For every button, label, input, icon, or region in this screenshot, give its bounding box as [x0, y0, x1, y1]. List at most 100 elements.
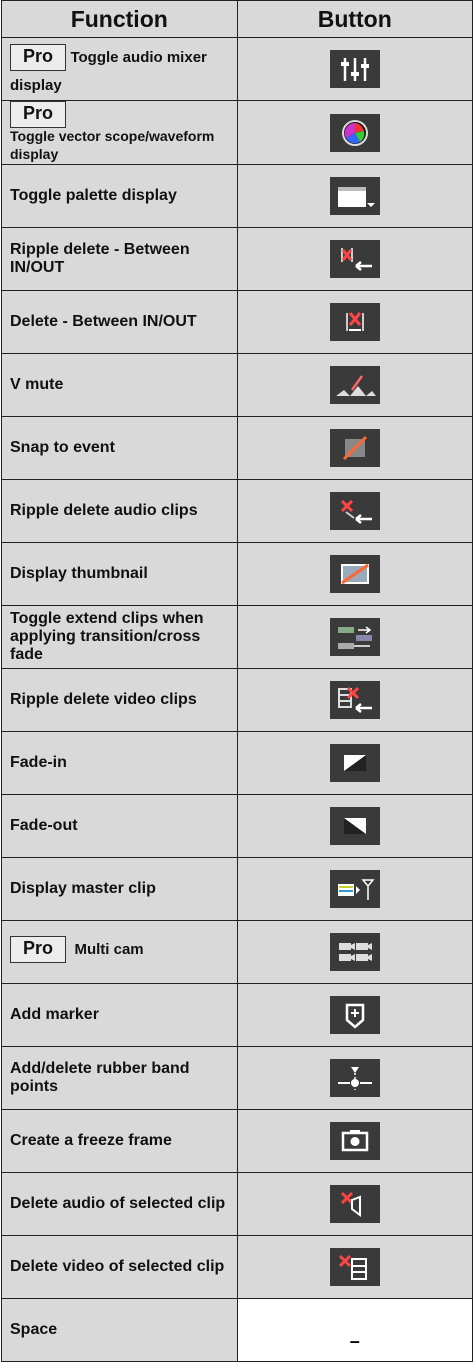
- function-cell: Toggle palette display: [1, 164, 238, 228]
- function-label: Add/delete rubber band points: [10, 1060, 190, 1095]
- table-row: Snap to event: [1, 416, 473, 480]
- palette-icon[interactable]: [329, 177, 380, 215]
- function-label: Delete audio of selected clip: [10, 1195, 226, 1212]
- function-label: Snap to event: [10, 439, 115, 456]
- multi-cam-icon[interactable]: [329, 933, 380, 971]
- function-cell: Ripple delete video clips: [1, 668, 238, 732]
- function-label: Toggle extend clips when applying transi…: [10, 610, 204, 663]
- table-row: Add marker: [1, 983, 473, 1047]
- function-cell: Pro Multi cam: [1, 920, 238, 984]
- table-row: Delete audio of selected clip: [1, 1172, 473, 1236]
- table-row: Display master clip: [1, 857, 473, 921]
- function-label: Display thumbnail: [10, 565, 148, 582]
- pro-badge: Pro: [10, 935, 67, 963]
- function-button-table: Function Button Pro Toggle audio mixer d…: [1, 0, 473, 1362]
- button-cell: [236, 794, 473, 858]
- button-cell: [236, 353, 473, 417]
- table-row: Pro Toggle vector scope/waveform display: [1, 100, 473, 165]
- button-cell: [236, 227, 473, 291]
- button-cell: [236, 164, 473, 228]
- snap-to-event-icon[interactable]: [329, 429, 380, 467]
- function-cell: Add/delete rubber band points: [1, 1046, 238, 1110]
- table-row: Create a freeze frame: [1, 1109, 473, 1173]
- table-row: Space –: [1, 1298, 473, 1362]
- table-row: Delete video of selected clip: [1, 1235, 473, 1299]
- function-cell: Fade-in: [1, 731, 238, 795]
- function-cell: Delete audio of selected clip: [1, 1172, 238, 1236]
- header-function: Function: [1, 0, 238, 38]
- table-row: Ripple delete video clips: [1, 668, 473, 732]
- button-cell: [236, 920, 473, 984]
- fade-in-icon[interactable]: [329, 744, 380, 782]
- function-cell: Snap to event: [1, 416, 238, 480]
- function-label: Ripple delete - Between IN/OUT: [10, 241, 190, 276]
- table-row: Pro Toggle audio mixer display: [1, 37, 473, 101]
- ripple-delete-audio-icon[interactable]: [329, 492, 380, 530]
- button-cell: [236, 1109, 473, 1173]
- ripple-delete-in-out-icon[interactable]: [329, 240, 380, 278]
- delete-video-icon[interactable]: [329, 1248, 380, 1286]
- button-cell: [236, 857, 473, 921]
- table-row: Delete - Between IN/OUT: [1, 290, 473, 354]
- button-cell: [236, 668, 473, 732]
- function-label: Add marker: [10, 1006, 99, 1023]
- function-cell: Add marker: [1, 983, 238, 1047]
- function-label: Fade-in: [10, 754, 67, 771]
- button-cell: [236, 1172, 473, 1236]
- function-label: Fade-out: [10, 817, 78, 834]
- display-thumbnail-icon[interactable]: [329, 555, 380, 593]
- vector-scope-icon[interactable]: [329, 113, 380, 152]
- table-row: Ripple delete - Between IN/OUT: [1, 227, 473, 291]
- add-marker-icon[interactable]: [329, 996, 380, 1034]
- button-cell: –: [236, 1298, 473, 1362]
- table-row: Toggle palette display: [1, 164, 473, 228]
- function-label: Space: [10, 1321, 58, 1338]
- fade-out-icon[interactable]: [329, 807, 380, 845]
- function-cell: Pro Toggle audio mixer display: [1, 37, 238, 101]
- ripple-delete-video-icon[interactable]: [329, 681, 380, 719]
- pro-badge: Pro: [10, 43, 67, 71]
- delete-audio-icon[interactable]: [329, 1185, 380, 1223]
- function-label: Display master clip: [10, 880, 156, 897]
- rubber-band-points-icon[interactable]: [329, 1059, 380, 1097]
- table-row: Fade-in: [1, 731, 473, 795]
- button-cell: [236, 983, 473, 1047]
- table-row: Display thumbnail: [1, 542, 473, 606]
- function-label: Create a freeze frame: [10, 1132, 172, 1149]
- master-clip-icon[interactable]: [329, 870, 380, 908]
- pro-badge: Pro: [10, 101, 67, 128]
- table-row: Fade-out: [1, 794, 473, 858]
- freeze-frame-icon[interactable]: [329, 1122, 380, 1160]
- function-cell: Display master clip: [1, 857, 238, 921]
- function-cell: Delete - Between IN/OUT: [1, 290, 238, 354]
- button-cell: [236, 290, 473, 354]
- table-row: Pro Multi cam: [1, 920, 473, 984]
- table-row: Ripple delete audio clips: [1, 479, 473, 543]
- delete-in-out-icon[interactable]: [329, 303, 380, 341]
- function-cell: Ripple delete audio clips: [1, 479, 238, 543]
- button-cell: [236, 542, 473, 606]
- audio-mixer-icon[interactable]: [329, 50, 380, 88]
- v-mute-icon[interactable]: [329, 366, 380, 404]
- function-cell: Space: [1, 1298, 238, 1362]
- function-label: Ripple delete video clips: [10, 691, 197, 708]
- button-cell: [236, 416, 473, 480]
- button-cell: [236, 605, 473, 669]
- extend-clips-icon[interactable]: [329, 618, 380, 656]
- button-cell: [236, 1235, 473, 1299]
- function-label: Toggle vector scope/waveform display: [10, 128, 215, 162]
- function-label: V mute: [10, 376, 64, 393]
- function-cell: Create a freeze frame: [1, 1109, 238, 1173]
- function-cell: Toggle extend clips when applying transi…: [1, 605, 238, 669]
- table-row: Add/delete rubber band points: [1, 1046, 473, 1110]
- function-cell: Fade-out: [1, 794, 238, 858]
- button-cell: [236, 731, 473, 795]
- function-label: Multi cam: [74, 940, 144, 958]
- button-cell: [236, 37, 473, 101]
- header-button: Button: [236, 0, 473, 38]
- function-cell: V mute: [1, 353, 238, 417]
- table-row: V mute: [1, 353, 473, 417]
- button-cell: [236, 100, 473, 165]
- function-cell: Pro Toggle vector scope/waveform display: [1, 100, 238, 165]
- function-cell: Delete video of selected clip: [1, 1235, 238, 1299]
